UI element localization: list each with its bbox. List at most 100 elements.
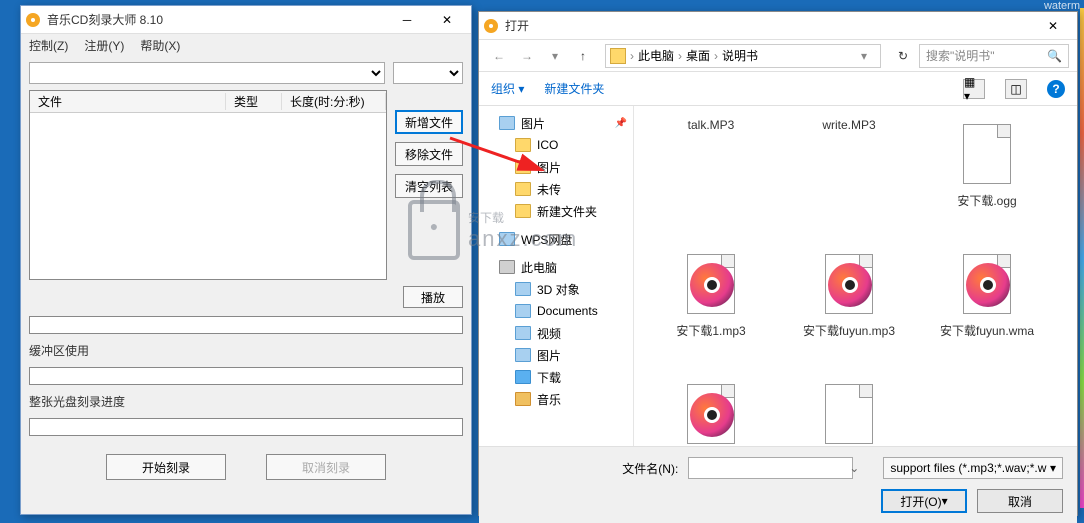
file-label: 安下载1.mp3: [676, 324, 745, 340]
bc-pc[interactable]: 此电脑: [638, 47, 674, 64]
close-button[interactable]: ✕: [427, 7, 467, 33]
tree-newfolder[interactable]: 新建文件夹: [479, 200, 633, 222]
dialog-footer: 文件名(N): ⌄ support files (*.mp3;*.wav;*.w…: [479, 446, 1077, 523]
bc-folder[interactable]: 说明书: [722, 47, 758, 64]
search-placeholder: 搜索"说明书": [926, 47, 995, 64]
file-item[interactable]: 像我这样的人.mp3: [642, 374, 780, 446]
clear-list-button[interactable]: 清空列表: [395, 174, 463, 198]
tree-videos[interactable]: 视频: [479, 322, 633, 344]
forward-button[interactable]: →: [515, 44, 539, 68]
search-input[interactable]: 搜索"说明书" 🔍: [919, 44, 1069, 68]
main-titlebar: 音乐CD刻录大师 8.10 ─ ✕: [21, 6, 471, 34]
new-folder-button[interactable]: 新建文件夹: [544, 80, 604, 97]
cancel-button[interactable]: 取消: [977, 489, 1063, 513]
menubar: 控制(Z) 注册(Y) 帮助(X): [21, 34, 471, 56]
file-label: 安下载fuyun.mp3: [803, 324, 895, 340]
help-icon[interactable]: ?: [1047, 80, 1065, 98]
drive-select[interactable]: [29, 62, 385, 84]
chevron-right-icon: ›: [714, 49, 718, 63]
tree-music[interactable]: 音乐: [479, 388, 633, 410]
file-item[interactable]: write.MP3: [780, 114, 918, 134]
tree-this-pc[interactable]: 此电脑: [479, 256, 633, 278]
recent-dropdown[interactable]: ▾: [543, 44, 567, 68]
play-button[interactable]: 播放: [403, 286, 463, 308]
folder-icon: [610, 48, 626, 64]
tree-documents[interactable]: Documents: [479, 300, 633, 322]
file-grid[interactable]: talk.MP3 write.MP3 安下载.ogg 安下载1.mp3 安下载fuyun…: [634, 106, 1077, 446]
speed-select[interactable]: [393, 62, 463, 84]
disc-progress-label: 整张光盘刻录进度: [29, 393, 463, 410]
file-label: talk.MP3: [688, 118, 735, 134]
filename-label: 文件名(N):: [603, 460, 678, 477]
search-icon: 🔍: [1047, 49, 1062, 63]
file-item[interactable]: 安下载fuyun.wma: [918, 244, 1056, 374]
file-item[interactable]: 安下载fuyun.mp3: [780, 244, 918, 374]
menu-register[interactable]: 注册(Y): [84, 37, 124, 54]
file-item[interactable]: 安下载.ogg: [918, 114, 1056, 244]
preview-pane-button[interactable]: ◫: [1005, 79, 1027, 99]
file-icon: [963, 124, 1011, 184]
main-window: 音乐CD刻录大师 8.10 ─ ✕ 控制(Z) 注册(Y) 帮助(X) 文件 类…: [20, 5, 472, 515]
menu-control[interactable]: 控制(Z): [29, 37, 68, 54]
file-label: 安下载.ogg: [957, 194, 1016, 210]
folder-tree[interactable]: 图片📌 ICO 图片 未传 新建文件夹 WPS网盘 此电脑 3D 对象 Docu…: [479, 106, 634, 446]
file-item[interactable]: talk.MP3: [642, 114, 780, 134]
chevron-right-icon: ›: [630, 49, 634, 63]
breadcrumb[interactable]: › 此电脑 › 桌面 › 说明书 ▾: [605, 44, 881, 68]
organize-button[interactable]: 组织 ▾: [491, 80, 524, 97]
right-color-strip: [1080, 8, 1084, 508]
nav-bar: ← → ▾ ↑ › 此电脑 › 桌面 › 说明书 ▾ ↻ 搜索"说明书" 🔍: [479, 40, 1077, 72]
filetype-filter[interactable]: support files (*.mp3;*.wav;*.w: [883, 457, 1063, 479]
tree-downloads[interactable]: 下载: [479, 366, 633, 388]
tree-ico[interactable]: ICO: [479, 134, 633, 156]
file-item[interactable]: 像我这样的人.ogg: [780, 374, 918, 446]
main-title: 音乐CD刻录大师 8.10: [47, 11, 387, 28]
refresh-button[interactable]: ↻: [891, 44, 915, 68]
breadcrumb-dropdown[interactable]: ▾: [852, 44, 876, 68]
chevron-right-icon: ›: [678, 49, 682, 63]
dialog-title: 打开: [505, 17, 1033, 34]
pin-icon: 📌: [615, 118, 627, 129]
file-icon: [825, 254, 873, 314]
up-button[interactable]: ↑: [571, 44, 595, 68]
file-label: 安下载fuyun.wma: [940, 324, 1034, 340]
filename-input[interactable]: [688, 457, 853, 479]
cancel-burn-button[interactable]: 取消刻录: [266, 454, 386, 480]
open-button[interactable]: 打开(O) ▾: [881, 489, 967, 513]
file-icon: [963, 254, 1011, 314]
menu-help[interactable]: 帮助(X): [140, 37, 180, 54]
file-icon: [687, 254, 735, 314]
tree-untrans[interactable]: 未传: [479, 178, 633, 200]
minimize-button[interactable]: ─: [387, 7, 427, 33]
tree-wps[interactable]: WPS网盘: [479, 228, 633, 250]
col-length: 长度(时:分:秒): [282, 93, 386, 110]
file-item[interactable]: 安下载1.mp3: [642, 244, 780, 374]
buffer-label: 缓冲区使用: [29, 342, 463, 359]
add-file-button[interactable]: 新增文件: [395, 110, 463, 134]
start-burn-button[interactable]: 开始刻录: [106, 454, 226, 480]
tree-pictures2[interactable]: 图片: [479, 344, 633, 366]
file-icon: [687, 384, 735, 444]
remove-file-button[interactable]: 移除文件: [395, 142, 463, 166]
dialog-icon: [483, 18, 499, 34]
file-icon: [825, 384, 873, 444]
open-dialog: 打开 ✕ ← → ▾ ↑ › 此电脑 › 桌面 › 说明书 ▾ ↻ 搜索"说明书…: [478, 11, 1078, 516]
dialog-titlebar: 打开 ✕: [479, 12, 1077, 40]
dialog-close-button[interactable]: ✕: [1033, 13, 1073, 39]
track-progress: [29, 316, 463, 334]
back-button[interactable]: ←: [487, 44, 511, 68]
col-file: 文件: [30, 93, 226, 110]
file-label: write.MP3: [822, 118, 875, 134]
bc-desktop[interactable]: 桌面: [686, 47, 710, 64]
tree-pictures[interactable]: 图片: [479, 156, 633, 178]
file-table[interactable]: 文件 类型 长度(时:分:秒): [29, 90, 387, 280]
tree-3d[interactable]: 3D 对象: [479, 278, 633, 300]
view-mode-button[interactable]: ▦ ▾: [963, 79, 985, 99]
app-icon: [25, 12, 41, 28]
filename-dropdown-icon[interactable]: ⌄: [849, 461, 859, 475]
buffer-progress: [29, 367, 463, 385]
tree-pictures-quick[interactable]: 图片📌: [479, 112, 633, 134]
disc-progress: [29, 418, 463, 436]
table-header: 文件 类型 长度(时:分:秒): [30, 91, 386, 113]
dialog-toolbar: 组织 ▾ 新建文件夹 ▦ ▾ ◫ ?: [479, 72, 1077, 106]
